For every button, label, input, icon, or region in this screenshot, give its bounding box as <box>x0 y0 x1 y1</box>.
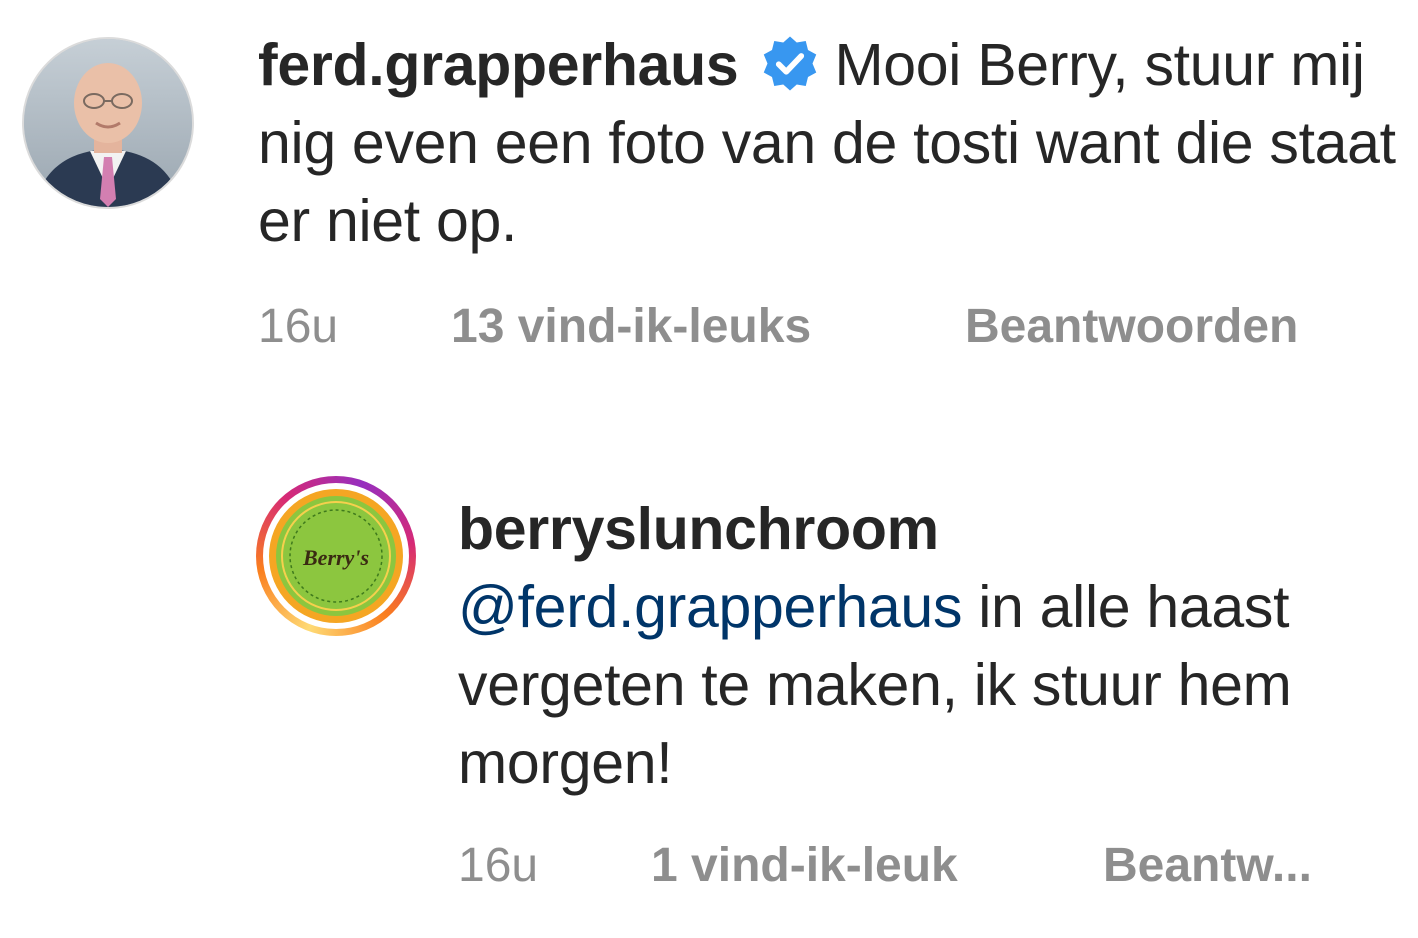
portrait-photo-icon <box>24 39 192 207</box>
logo-text: Berry's <box>302 545 369 570</box>
comment-body: ferd.grapperhaus Mooi Berry, stuur mij n… <box>258 26 1408 260</box>
timestamp: 16u <box>458 839 539 892</box>
avatar-berry[interactable]: Berry's <box>256 476 416 636</box>
likes-count[interactable]: 13 vind-ik-leuks <box>451 299 811 355</box>
comment-body: berryslunchroom @ferd.grapperhaus in all… <box>458 490 1413 802</box>
reply-button[interactable]: Beantwoorden <box>965 299 1298 355</box>
avatar-ferd[interactable] <box>22 37 194 209</box>
reply-button[interactable]: Beantw... <box>1103 838 1312 894</box>
mention-link[interactable]: @ferd.grapperhaus <box>458 574 962 640</box>
timestamp: 16u <box>258 300 339 353</box>
username-link[interactable]: ferd.grapperhaus <box>258 32 739 98</box>
username-link[interactable]: berryslunchroom <box>458 490 1413 568</box>
verified-badge-icon <box>764 36 817 91</box>
likes-count[interactable]: 1 vind-ik-leuk <box>651 838 958 894</box>
story-ring: Berry's <box>263 483 409 629</box>
berrys-logo-icon: Berry's <box>269 489 403 623</box>
